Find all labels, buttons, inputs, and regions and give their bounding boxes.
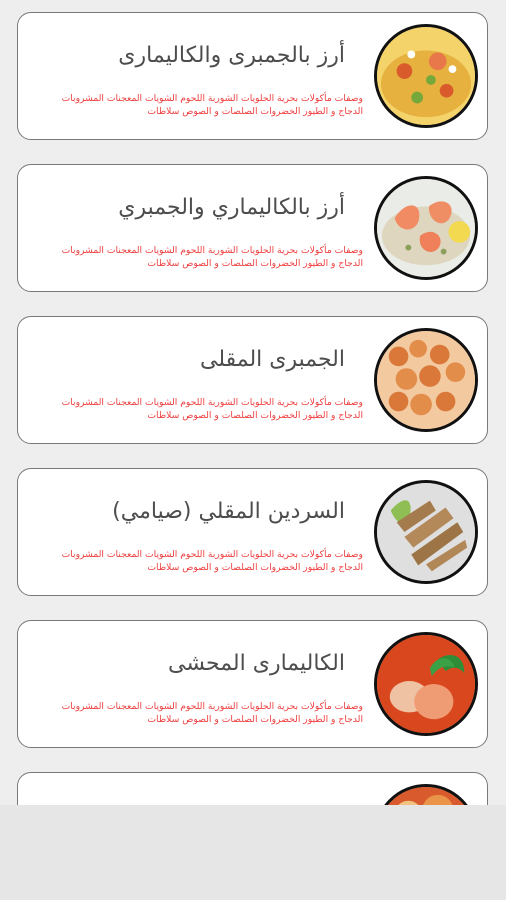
recipe-card[interactable]: السردين المقلي (صيامي) وصفات مأكولات بحر…: [17, 468, 488, 596]
recipe-card[interactable]: أرز بالكاليماري والجمبري وصفات مأكولات ب…: [17, 164, 488, 292]
recipe-title: أرز بالكاليماري والجمبري: [118, 195, 345, 220]
shrimp-calamari-rice-icon: [377, 27, 475, 125]
fried-sardines-icon: [377, 483, 475, 581]
fried-shrimp-image: [374, 328, 478, 432]
recipe-card[interactable]: الكاليمارى المحشى وصفات مأكولات بحرية ال…: [17, 620, 488, 748]
bottom-blank-area: [0, 805, 506, 900]
stuffed-calamari-icon: [377, 635, 475, 733]
recipe-title: السردين المقلي (صيامي): [112, 499, 345, 524]
recipe-card-partial[interactable]: [17, 772, 488, 805]
recipe-title: الكاليمارى المحشى: [168, 651, 345, 676]
partial-dish-image: [374, 784, 478, 805]
stuffed-calamari-image: [374, 632, 478, 736]
partial-dish-icon: [377, 787, 475, 805]
recipe-title: الجمبرى المقلى: [199, 347, 345, 372]
shrimp-calamari-rice-image: [374, 24, 478, 128]
fried-sardines-image: [374, 480, 478, 584]
recipe-description: وصفات مأكولات بحرية الحلويات الشوربة الل…: [61, 549, 363, 573]
recipe-description: وصفات مأكولات بحرية الحلويات الشوربة الل…: [61, 397, 363, 421]
recipe-card[interactable]: أرز بالجمبرى والكاليمارى وصفات مأكولات ب…: [17, 12, 488, 140]
recipe-description: وصفات مأكولات بحرية الحلويات الشوربة الل…: [61, 245, 363, 269]
recipe-description: وصفات مأكولات بحرية الحلويات الشوربة الل…: [61, 701, 363, 725]
recipe-card[interactable]: الجمبرى المقلى وصفات مأكولات بحرية الحلو…: [17, 316, 488, 444]
fried-shrimp-icon: [377, 331, 475, 429]
calamari-shrimp-rice-icon: [377, 179, 475, 277]
recipe-title: أرز بالجمبرى والكاليمارى: [118, 43, 345, 68]
calamari-shrimp-rice-image: [374, 176, 478, 280]
recipe-description: وصفات مأكولات بحرية الحلويات الشوربة الل…: [61, 93, 363, 117]
recipe-list[interactable]: أرز بالجمبرى والكاليمارى وصفات مأكولات ب…: [0, 0, 506, 805]
